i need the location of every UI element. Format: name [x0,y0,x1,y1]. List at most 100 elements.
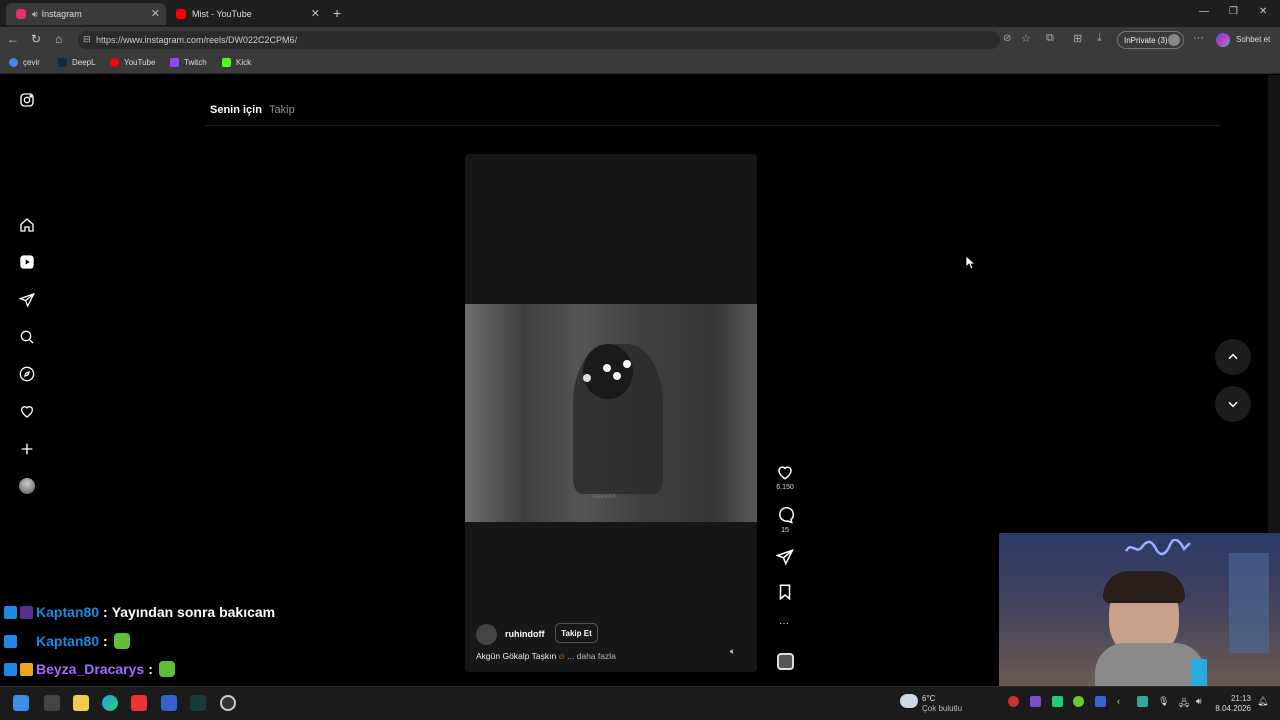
previous-reel-button[interactable] [1215,339,1251,375]
home-button[interactable]: ⌂ [55,32,62,46]
close-tab-icon[interactable]: ✕ [151,7,160,20]
tab-youtube[interactable]: Mist - YouTube ✕ [166,3,326,25]
follow-button[interactable]: Takip Et [555,623,598,643]
chat-emote-icon [113,633,130,649]
search-icon[interactable] [17,327,37,347]
bookmark-cevir[interactable]: çevir [9,58,40,67]
tray-app-icon[interactable] [1008,696,1019,707]
microphone-icon[interactable]: 🎙︎ [1158,696,1169,707]
audio-thumbnail[interactable] [777,653,794,670]
close-window-button[interactable]: ✕ [1259,6,1267,17]
explore-icon[interactable] [17,364,37,384]
minimize-button[interactable]: — [1199,6,1209,17]
kick-icon [222,58,231,67]
volume-icon[interactable]: 🔊︎ [1196,696,1202,707]
refresh-button[interactable]: ↻ [31,32,41,46]
obs-icon[interactable] [220,695,236,711]
chat-username: Kaptan80 [36,604,100,620]
weather-temp[interactable]: 6°C [922,694,935,703]
back-button[interactable]: ← [7,32,19,46]
terminal-icon[interactable] [190,695,206,711]
bookmark-twitch[interactable]: Twitch [170,58,207,67]
bookmark-label: Kick [236,58,252,67]
youtube-favicon-icon [176,9,186,19]
chat-text: Yayından sonra bakıcam [111,604,276,620]
instagram-logo-icon[interactable] [17,90,37,110]
chat-badge-icon [4,662,17,676]
tray-overflow-icon[interactable]: ‹ [1117,696,1120,706]
youtube-app-icon[interactable] [131,695,147,711]
tray-app-icon[interactable] [1052,696,1063,707]
mute-toggle-icon[interactable]: 🔈︎ [730,646,735,657]
tab-title: Mist - YouTube [192,9,252,19]
uploader-avatar[interactable] [476,624,497,645]
streamer-hair [1103,571,1185,603]
more-options-icon[interactable]: ··· [779,618,789,629]
reel-video-frame[interactable]: RuhinDoff [465,304,757,522]
inprivate-label: InPrivate (3) [1124,36,1168,45]
next-reel-button[interactable] [1215,386,1251,422]
notification-bell-icon[interactable]: 🔔︎ [1257,696,1268,707]
copilot-icon[interactable] [1216,33,1230,47]
collections-icon[interactable]: ⊞ [1073,32,1082,45]
instagram-favicon-icon [16,9,26,19]
create-plus-icon[interactable] [17,439,37,459]
more-menu-icon[interactable]: ··· [1193,32,1204,44]
save-bookmark-icon[interactable] [776,583,794,606]
feed-divider [205,125,1220,126]
home-icon[interactable] [17,215,37,235]
bookmark-kick[interactable]: Kick [222,58,251,67]
uploader-username[interactable]: ruhindoff [505,629,545,639]
tab-senin-icin[interactable]: Senin için [210,104,262,116]
weather-desc[interactable]: Çok bulutlu [922,704,962,713]
favorite-star-icon[interactable]: ☆ [1021,32,1031,45]
chat-badge-icon [4,634,17,648]
twitch-icon [170,58,179,67]
address-bar[interactable]: https://www.instagram.com/reels/DW022C2C… [78,31,1000,49]
profile-icon[interactable] [17,476,37,496]
share-icon[interactable] [775,548,794,571]
copilot-button[interactable]: Sohbet et [1236,35,1270,44]
file-explorer-icon[interactable] [73,695,89,711]
network-icon[interactable]: 🖧︎ [1179,696,1189,712]
tray-app-icon[interactable] [1030,696,1041,707]
chat-message: Kaptan80 : Yayından sonra bakıcam [4,604,275,620]
chat-username: Kaptan80 [36,633,100,649]
app-icon[interactable] [161,695,177,711]
chevron-up-icon [1228,353,1238,360]
tray-app-icon[interactable] [1095,696,1106,707]
speaker-icon: 🔊︎ [32,8,38,19]
site-info-icon[interactable]: ⊟ [83,34,91,45]
chat-badge-icon [4,605,17,619]
like-icon[interactable] [776,463,794,486]
messages-icon[interactable] [17,290,37,310]
more-link[interactable]: ... daha fazla [567,651,616,661]
maximize-button[interactable]: ❐ [1229,6,1238,17]
inprivate-button[interactable]: InPrivate (3) [1117,31,1184,49]
energy-drink-can [1191,659,1207,686]
clock-date[interactable]: 8.04.2026 [1210,704,1251,713]
clock-time[interactable]: 21:13 [1221,694,1251,703]
bookmark-youtube[interactable]: YouTube [110,58,155,67]
start-menu-icon[interactable] [13,695,29,711]
notifications-heart-icon[interactable] [17,401,37,421]
chat-badge-icon [20,605,33,619]
close-tab-icon[interactable]: ✕ [311,7,320,20]
edge-browser-icon[interactable] [102,695,118,711]
comment-icon[interactable] [776,506,795,529]
task-view-icon[interactable] [44,695,60,711]
new-tab-button[interactable]: + [333,5,341,21]
bookmark-deepl[interactable]: DeepL [58,58,96,67]
download-icon[interactable]: ⤓ [1097,32,1102,45]
reel-player[interactable]: RuhinDoff ruhindoff Takip Et Akgün Gökal… [465,154,757,672]
tab-title: Instagram [41,9,82,19]
tab-takip[interactable]: Takip [269,104,295,116]
tracking-prevention-icon[interactable]: ⊘ [1003,33,1011,44]
tab-instagram[interactable]: 🔊︎ Instagram ✕ [6,3,166,25]
tray-app-icon[interactable] [1137,696,1148,707]
chat-emote-icon [158,661,175,677]
bookmark-label: Twitch [184,58,207,67]
extensions-icon[interactable]: ⧉ [1046,32,1054,45]
reels-icon[interactable] [17,252,37,272]
tray-app-icon[interactable] [1073,696,1084,707]
